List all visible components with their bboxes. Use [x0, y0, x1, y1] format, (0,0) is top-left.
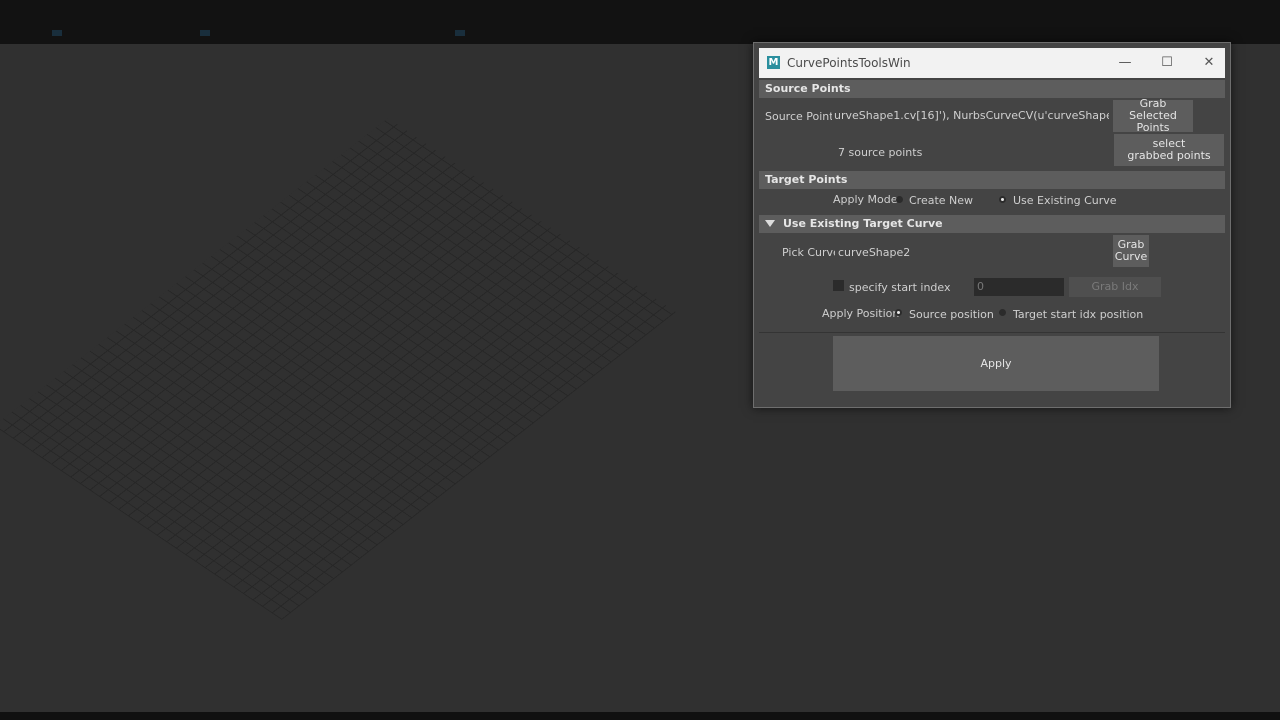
toolbar-icon[interactable]: [52, 30, 62, 36]
target-start-idx-position-radio[interactable]: [999, 309, 1006, 316]
source-position-radio[interactable]: [895, 309, 902, 316]
viewport-grid: [0, 118, 676, 620]
toolbar-icon[interactable]: [455, 30, 465, 36]
apply-mode-label: Apply Mode: [833, 193, 898, 206]
target-start-idx-position-label[interactable]: Target start idx position: [1013, 308, 1143, 321]
toolbar-icon[interactable]: [200, 30, 210, 36]
start-index-field[interactable]: 0: [974, 278, 1064, 296]
use-existing-target-curve-header[interactable]: Use Existing Target Curve: [759, 215, 1225, 233]
separator: [759, 332, 1225, 333]
curve-points-tools-window: M CurvePointsToolsWin — ☐ ✕ Source Point…: [753, 42, 1231, 408]
collapse-triangle-icon[interactable]: [765, 219, 775, 227]
use-existing-target-curve-title: Use Existing Target Curve: [783, 217, 943, 230]
window-title: CurvePointsToolsWin: [787, 56, 911, 70]
grab-curve-button[interactable]: Grab Curve: [1113, 235, 1149, 267]
window-titlebar[interactable]: M CurvePointsToolsWin — ☐ ✕: [759, 48, 1225, 78]
pick-curve-label: Pick Curve: [782, 246, 840, 259]
specify-start-index-checkbox[interactable]: [833, 280, 844, 291]
grab-idx-button[interactable]: Grab Idx: [1069, 277, 1161, 297]
minimize-icon[interactable]: —: [1111, 52, 1139, 74]
apply-button[interactable]: Apply: [833, 336, 1159, 391]
specify-start-index-label[interactable]: specify start index: [849, 281, 950, 294]
pick-curve-field[interactable]: curveShape2: [835, 244, 1110, 262]
status-bar: [0, 712, 1280, 720]
grab-selected-points-button[interactable]: Grab Selected Points: [1113, 98, 1193, 134]
source-points-count: 7 source points: [838, 146, 923, 159]
source-position-label[interactable]: Source position: [909, 308, 994, 321]
window-body: Source Points Source Points urveShape1.c…: [759, 78, 1225, 403]
source-points-label: Source Points: [765, 110, 840, 123]
apply-position-label: Apply Position: [822, 307, 900, 320]
maximize-icon[interactable]: ☐: [1153, 52, 1181, 74]
create-new-label[interactable]: Create New: [909, 194, 973, 207]
source-points-field[interactable]: urveShape1.cv[16]'), NurbsCurveCV(u'curv…: [832, 107, 1109, 125]
maya-logo-icon: M: [767, 56, 780, 69]
app-menu-bar: [0, 0, 1280, 44]
create-new-radio[interactable]: [896, 196, 903, 203]
close-icon[interactable]: ✕: [1195, 52, 1223, 74]
use-existing-curve-radio[interactable]: [999, 196, 1006, 203]
source-points-header[interactable]: Source Points: [759, 80, 1225, 98]
use-existing-curve-label[interactable]: Use Existing Curve: [1013, 194, 1117, 207]
select-grabbed-points-button[interactable]: select grabbed points: [1114, 134, 1224, 166]
target-points-header[interactable]: Target Points: [759, 171, 1225, 189]
